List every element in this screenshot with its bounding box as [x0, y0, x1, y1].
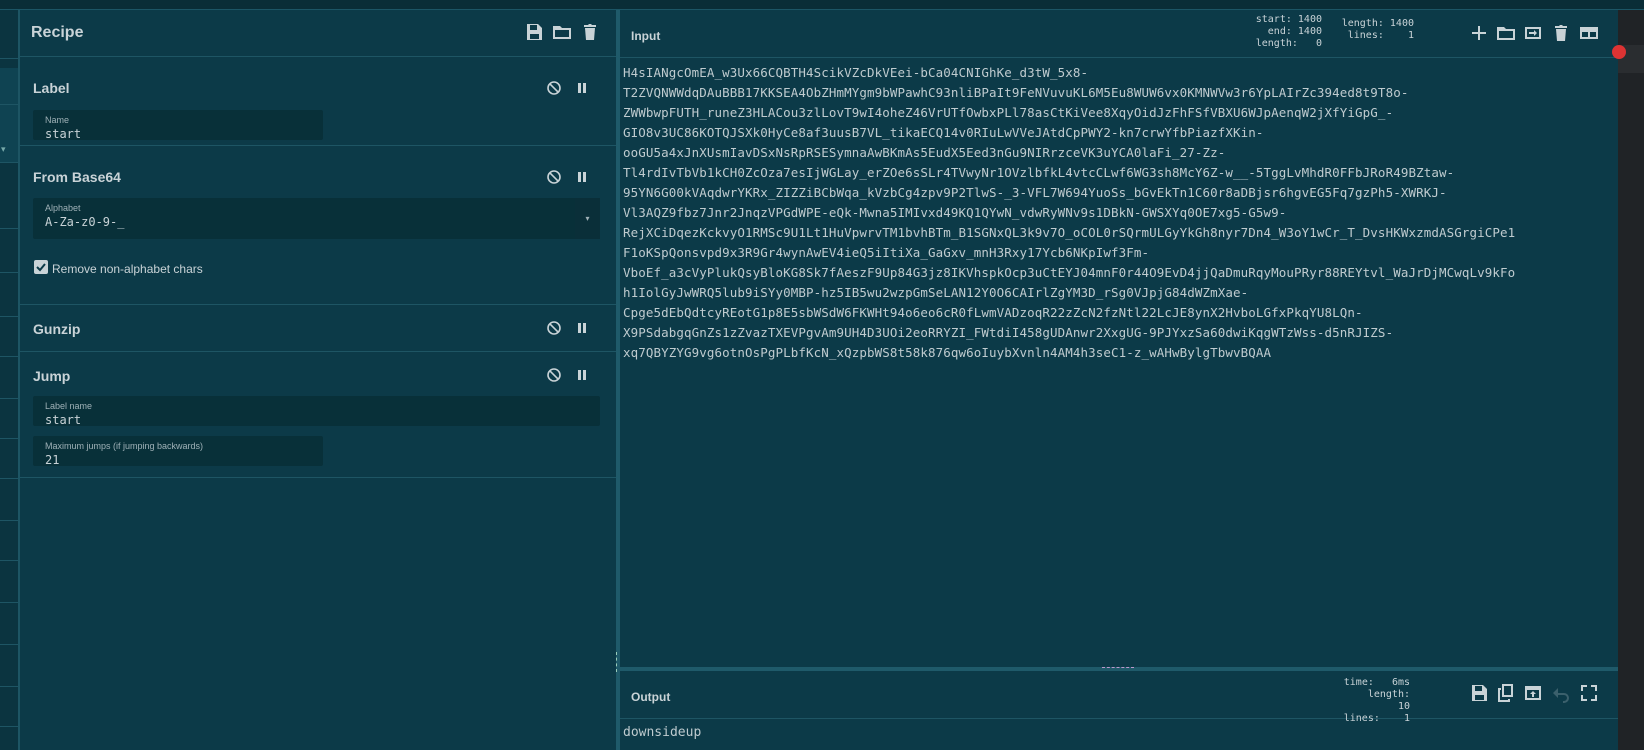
operation-from-base64[interactable]: From Base64 Alphabet A-Za-z0-9-_ ▾ Remov… — [20, 146, 616, 305]
field-label: Name — [45, 115, 70, 125]
stat-label: length: — [1367, 689, 1410, 700]
notification-badge — [1612, 45, 1626, 59]
input-header: Input start: 1400 end: 1400 length: 0 le… — [620, 10, 1618, 58]
output-panel: Output time: 6ms length: 10 lines: 1 dow… — [620, 671, 1618, 750]
input-line: X9PSdabgqGnZs1zZvazTXEVPgvAm9UH4D3UOi2eo… — [623, 325, 1394, 340]
stat-value: 6ms — [1391, 677, 1410, 688]
input-line: xq7QBYZYG9vg6otnOsPgPLbfKcN_xQzpbWS8t58k… — [623, 345, 1272, 360]
pause-icon[interactable] — [574, 367, 590, 383]
operations-panel-edge[interactable]: ▾ — [0, 10, 20, 750]
input-line: T2ZVQNWWdqDAuBBB17KKSEA4ObZHmMYgm9bWPawh… — [623, 85, 1409, 100]
field-label: Label name — [45, 401, 93, 411]
output-header: Output time: 6ms length: 10 lines: 1 — [620, 671, 1618, 724]
field-value: start — [45, 127, 82, 141]
layout-icon[interactable] — [1579, 23, 1599, 43]
stat-label: lines: — [1347, 30, 1384, 41]
input-textarea[interactable]: H4sIANgcOmEA_w3Ux66CQBTH4ScikVZcDkVEei-b… — [623, 63, 1613, 363]
trash-icon[interactable] — [580, 22, 600, 42]
input-line: Vl3AQZ9fbz7Jnr2JnqzVPGdWPE-eQk-Mwna5IMIv… — [623, 205, 1287, 220]
stat-value: 1400 — [1389, 18, 1414, 29]
operation-title: Gunzip — [33, 321, 81, 337]
label-name-field[interactable]: Label name start — [33, 396, 600, 427]
input-line: H4sIANgcOmEA_w3Ux66CQBTH4ScikVZcDkVEei-b… — [623, 65, 1089, 80]
input-line: 95YN6G00kVAqdwrYKRx_ZIZZiBCbWqa_kVzbCg4z… — [623, 185, 1447, 200]
checkbox-label: Remove non-alphabet chars — [52, 262, 203, 276]
operation-gunzip[interactable]: Gunzip — [20, 305, 616, 352]
recipe-panel: Recipe Label Name start From Base64 Alph… — [20, 10, 616, 750]
chevron-down-icon[interactable]: ▾ — [575, 198, 600, 239]
field-label: Alphabet — [45, 203, 81, 213]
operation-title: From Base64 — [33, 169, 121, 185]
open-file-icon[interactable] — [1523, 23, 1543, 43]
alphabet-select[interactable]: Alphabet A-Za-z0-9-_ ▾ — [33, 198, 600, 239]
chevron-down-icon[interactable]: ▾ — [1, 144, 6, 155]
save-icon[interactable] — [524, 22, 544, 42]
save-output-icon[interactable] — [1469, 683, 1489, 703]
input-line: ooGU5a4xJnXUsmIavDSxNsRpRSESymnaAwBKmAs5… — [623, 145, 1226, 160]
stat-label: length: — [1341, 18, 1384, 29]
input-line: VboEf_a3cVyPlukQsyBloKG8Sk7fAeszF9Up84G3… — [623, 265, 1516, 280]
maximise-icon[interactable] — [1579, 683, 1599, 703]
remove-non-alphabet-checkbox[interactable] — [34, 260, 48, 274]
disable-icon[interactable] — [546, 320, 562, 336]
input-line: h1IolGyJwWRQ5lub9iSYy0MBP-hz5IB5wu2wzpGm… — [623, 285, 1249, 300]
stat-label: start: — [1255, 14, 1292, 25]
field-value: A-Za-z0-9-_ — [45, 215, 125, 229]
pause-icon[interactable] — [574, 320, 590, 336]
pause-icon[interactable] — [574, 80, 590, 96]
field-value: start — [45, 413, 82, 427]
stat-label: lines: — [1343, 713, 1380, 724]
browser-side-strip — [1618, 10, 1644, 750]
stat-label: length: — [1255, 38, 1298, 49]
input-line: Tl4rdIvTbVb1kCH0ZcOza7esIjWGLay_erZOe6sS… — [623, 165, 1455, 180]
output-title: Output — [631, 690, 671, 704]
input-panel: Input start: 1400 end: 1400 length: 0 le… — [620, 10, 1618, 667]
output-stats: time: 6ms length: 10 lines: 1 — [1340, 677, 1410, 725]
maximum-jumps-field[interactable]: Maximum jumps (if jumping backwards) 21 — [33, 436, 323, 467]
output-text[interactable]: downsideup — [623, 725, 701, 740]
stat-label: end: — [1267, 26, 1292, 37]
operation-jump[interactable]: Jump Label name start Maximum jumps (if … — [20, 352, 616, 478]
stat-value: 0 — [1315, 38, 1322, 49]
recipe-header: Recipe — [20, 10, 616, 57]
selection-stats: start: 1400 end: 1400 length: 0 — [1240, 14, 1322, 50]
recipe-title: Recipe — [31, 24, 84, 41]
open-folder-icon[interactable] — [1496, 23, 1516, 43]
input-title: Input — [631, 29, 661, 43]
undo-icon[interactable] — [1551, 683, 1571, 703]
stat-value: 10 — [1397, 701, 1410, 712]
input-stats: length: 1400 lines: 1 — [1332, 18, 1414, 42]
trash-icon[interactable] — [1551, 23, 1571, 43]
replace-input-icon[interactable] — [1523, 683, 1543, 703]
input-line: ZWWbwpFUTH_runeZ3HLACou3zlLovT9wI4oheZ46… — [623, 105, 1394, 120]
copy-icon[interactable] — [1496, 683, 1516, 703]
top-bar — [0, 0, 1644, 10]
input-line: RejXCiDqezKckvyO1RMSc9U1Lt1HuVpwrvTM1bvh… — [623, 225, 1516, 240]
stat-value: 1400 — [1297, 26, 1322, 37]
folder-icon[interactable] — [552, 22, 572, 42]
name-field[interactable]: Name start — [33, 110, 323, 141]
operation-title: Label — [33, 80, 70, 96]
stat-label: time: — [1343, 677, 1374, 688]
disable-icon[interactable] — [546, 169, 562, 185]
input-line: F1oKSpQonsvpd9x3R9Gr4wynAwEV4ieQ5iItiXa_… — [623, 245, 1150, 260]
field-label: Maximum jumps (if jumping backwards) — [45, 441, 204, 451]
input-line: Cpge5dEbQdtcyREotG1p8E5sbWSdW6FKWHt94o6e… — [623, 305, 1363, 320]
stat-value: 1 — [1407, 30, 1414, 41]
disable-icon[interactable] — [546, 367, 562, 383]
disable-icon[interactable] — [546, 80, 562, 96]
field-value: 21 — [45, 453, 60, 467]
stat-value: 1 — [1403, 713, 1410, 724]
operation-label[interactable]: Label Name start — [20, 57, 616, 146]
operation-title: Jump — [33, 368, 71, 384]
input-line: GIO8v3UC86KOTQJSXk0HyCe8af3uusB7VL_tikaE… — [623, 125, 1264, 140]
pause-icon[interactable] — [574, 169, 590, 185]
add-tab-icon[interactable] — [1469, 23, 1489, 43]
stat-value: 1400 — [1297, 14, 1322, 25]
